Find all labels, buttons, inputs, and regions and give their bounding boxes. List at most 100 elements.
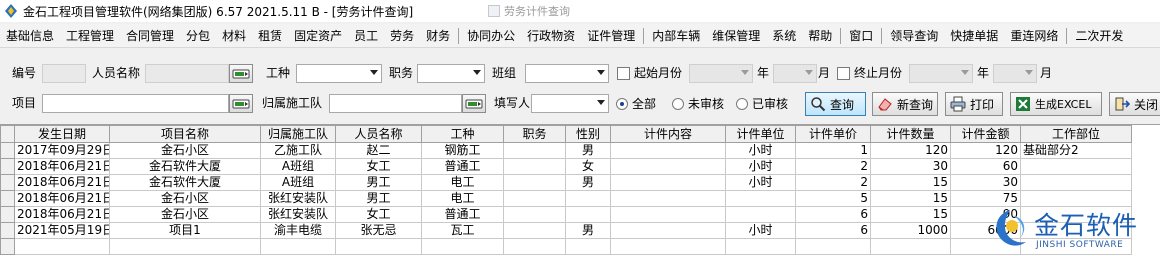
table-cell (610, 174, 726, 191)
end-year-select[interactable] (909, 64, 973, 83)
crew-field[interactable] (329, 94, 462, 113)
menu-item[interactable]: 快捷单据 (944, 26, 1004, 46)
position-select[interactable] (417, 64, 485, 83)
menu-item[interactable]: 二次开发 (1069, 26, 1129, 46)
table-cell: 张红安装队 (260, 206, 336, 223)
table-cell: 赵二 (335, 142, 422, 159)
row-header[interactable] (0, 158, 15, 175)
results-grid[interactable]: 发生日期 项目名称 归属施工队 人员名称 工种 职务 性别 计件内容 计件单位 计件单价 计件数量计… (0, 124, 1160, 256)
column-header[interactable]: 项目名称 (109, 125, 261, 143)
menu-item[interactable]: 内部车辆 (646, 26, 706, 46)
radio-audited-label: 已审核 (752, 97, 789, 111)
close-button[interactable]: 关闭 (1109, 92, 1160, 116)
table-cell: 120 (950, 142, 1021, 159)
column-header[interactable]: 归属施工队 (260, 125, 336, 143)
end-month-unit: 月 (1040, 66, 1053, 80)
row-header[interactable] (0, 174, 15, 191)
picker-icon (232, 99, 250, 108)
menu-item[interactable]: 员工 (348, 26, 384, 46)
column-header[interactable]: 工作部位 (1020, 125, 1132, 143)
column-header[interactable]: 性别 (565, 125, 611, 143)
table-cell: 6 (795, 222, 871, 239)
query-button[interactable]: 查询 (805, 92, 866, 116)
menu-item[interactable]: 财务 (420, 26, 456, 46)
person-name-label: 人员名称 (92, 66, 141, 80)
radio-all[interactable] (616, 98, 628, 110)
person-picker-button[interactable] (229, 64, 253, 83)
end-month-checkbox[interactable] (837, 67, 850, 80)
column-header[interactable]: 发生日期 (14, 125, 110, 143)
menu-item[interactable]: 证件管理 (581, 26, 641, 46)
end-month-label: 终止月份 (854, 66, 903, 80)
menu-item[interactable]: 劳务 (384, 26, 420, 46)
radio-unaudited[interactable] (672, 98, 684, 110)
table-cell: 1 (795, 142, 871, 159)
crew-picker-button[interactable] (462, 94, 486, 113)
table-cell (795, 238, 871, 255)
menu-item[interactable]: 帮助 (802, 26, 838, 46)
number-field[interactable] (42, 64, 86, 83)
menu-item[interactable]: 材料 (216, 26, 252, 46)
menu-item[interactable]: 固定资产 (288, 26, 348, 46)
table-row[interactable]: 2018年06月21日 金石软件大厦 A班组 女工 普通工 女 小时 2 30 60 (0, 158, 1132, 175)
column-header[interactable]: 工种 (421, 125, 504, 143)
print-button[interactable]: 打印 (945, 92, 1003, 116)
menu-item[interactable]: 维保管理 (706, 26, 766, 46)
filler-select[interactable] (531, 94, 609, 113)
table-cell (0, 238, 15, 255)
menu-item[interactable]: 重连网络 (1004, 26, 1064, 46)
menu-item[interactable]: 租赁 (252, 26, 288, 46)
project-label: 项目 (12, 96, 37, 110)
table-row[interactable]: 2018年06月21日 金石小区 张红安装队 女工 普通工 6 15 90 (0, 206, 1132, 223)
start-year-select[interactable] (689, 64, 753, 83)
radio-audited[interactable] (736, 98, 748, 110)
menu-item[interactable]: 工程管理 (60, 26, 120, 46)
chevron-down-icon (597, 100, 605, 105)
background-window-tab[interactable]: 劳务计件查询 (488, 3, 570, 19)
worktype-select[interactable] (296, 64, 382, 83)
column-header[interactable]: 职务 (503, 125, 566, 143)
table-cell: 男 (565, 174, 611, 191)
export-excel-button[interactable]: 生成EXCEL (1010, 92, 1102, 116)
column-header[interactable]: 计件单价 (795, 125, 871, 143)
table-row[interactable]: 2018年06月21日 金石小区 张红安装队 男工 电工 5 15 75 (0, 190, 1132, 207)
column-header[interactable]: 人员名称 (335, 125, 422, 143)
radio-unaudited-label: 未审核 (688, 97, 725, 111)
menu-item[interactable]: 行政物资 (521, 26, 581, 46)
search-icon (811, 97, 826, 112)
column-header[interactable]: 计件金额 (950, 125, 1021, 143)
row-header[interactable] (0, 206, 15, 223)
project-field[interactable] (42, 94, 229, 113)
app-logo-icon (5, 4, 17, 18)
table-cell (1020, 158, 1132, 175)
row-header[interactable] (0, 222, 15, 239)
menu-item[interactable]: 协同办公 (461, 26, 521, 46)
menu-item[interactable]: 窗口 (843, 26, 879, 46)
table-cell: 2017年09月29日 (14, 142, 110, 159)
column-header[interactable]: 计件内容 (610, 125, 726, 143)
menu-item[interactable]: 基础信息 (0, 26, 60, 46)
table-cell (421, 238, 504, 255)
table-row[interactable]: 2021年05月19日项目1渝丰电缆张无忌瓦工男小时610006000 (0, 222, 1132, 239)
start-month-select[interactable] (773, 64, 817, 83)
table-row[interactable]: 2018年06月21日 金石软件大厦 A班组 男工 电工 男 小时 2 15 30 (0, 174, 1132, 191)
start-month-checkbox[interactable] (617, 67, 630, 80)
end-month-select[interactable] (993, 64, 1037, 83)
table-row[interactable]: 2017年09月29日 金石小区 乙施工队 赵二 钢筋工男小时 1 120 120 基础部分2 (0, 142, 1132, 159)
team-select[interactable] (525, 64, 609, 83)
menu-item[interactable]: 分包 (180, 26, 216, 46)
chevron-down-icon (370, 70, 378, 75)
project-picker-button[interactable] (229, 94, 253, 113)
row-header[interactable] (0, 142, 15, 159)
results-table: 发生日期 项目名称 归属施工队 人员名称 工种 职务 性别 计件内容 计件单位 计件单价 计件数量计… (0, 125, 1132, 255)
menu-item[interactable]: 领导查询 (884, 26, 944, 46)
person-name-field[interactable] (145, 64, 229, 83)
column-header[interactable]: 计件单位 (725, 125, 796, 143)
row-header[interactable] (0, 190, 15, 207)
column-header[interactable]: 计件数量 (870, 125, 951, 143)
new-query-button-label: 新查询 (897, 97, 934, 112)
menu-item[interactable]: 系统 (766, 26, 802, 46)
new-query-button[interactable]: 新查询 (872, 92, 938, 116)
menu-separator (840, 27, 842, 44)
menu-item[interactable]: 合同管理 (120, 26, 180, 46)
